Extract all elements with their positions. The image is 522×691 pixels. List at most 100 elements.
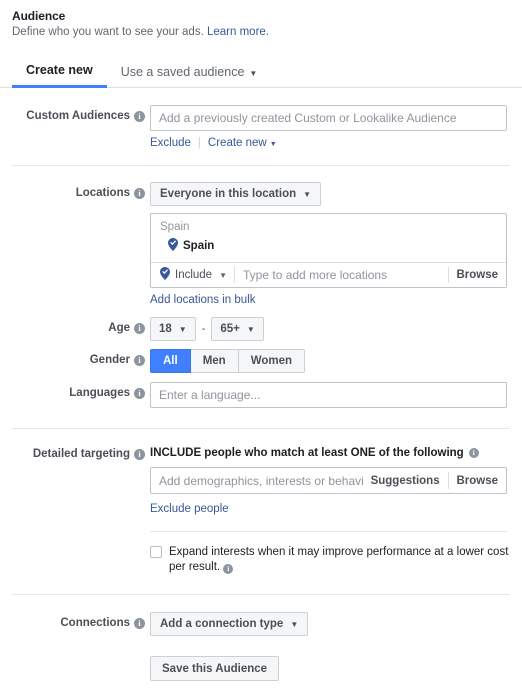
learn-more-link[interactable]: Learn more. <box>207 26 269 38</box>
age-min-value: 18 <box>159 323 172 335</box>
info-icon[interactable]: i <box>134 617 145 629</box>
connection-type-label: Add a connection type <box>160 618 284 630</box>
age-label: Age i <box>12 317 145 334</box>
location-scope-label: Everyone in this location <box>160 188 297 200</box>
chevron-down-icon: ▼ <box>269 141 277 148</box>
custom-audiences-row: Custom Audiences i Add a previously crea… <box>0 105 522 149</box>
include-people-title-text: INCLUDE people who match at least ONE of… <box>150 447 464 459</box>
custom-audiences-links: Exclude | Create new ▼ <box>150 137 510 149</box>
subtitle-text: Define who you want to see your ads. <box>12 26 204 38</box>
languages-input[interactable]: Enter a language... <box>150 382 507 408</box>
connection-type-dropdown[interactable]: Add a connection type ▼ <box>150 612 309 636</box>
divider-expand-interests <box>150 531 507 532</box>
locations-label-text: Locations <box>75 187 130 199</box>
info-icon[interactable]: i <box>134 110 145 122</box>
location-scope-dropdown[interactable]: Everyone in this location ▼ <box>150 182 322 206</box>
selected-location-item[interactable]: Spain <box>151 235 506 262</box>
save-audience-button[interactable]: Save this Audience <box>150 656 280 681</box>
save-fields: Save this Audience <box>145 656 510 681</box>
gender-fields: All Men Women <box>145 349 510 373</box>
exclude-link[interactable]: Exclude <box>150 137 191 149</box>
exclude-people-links: Exclude people <box>150 503 510 515</box>
gender-label: Gender i <box>12 349 145 366</box>
age-max-dropdown[interactable]: 65+ ▼ <box>211 317 264 341</box>
chevron-down-icon: ▼ <box>219 270 228 280</box>
panel-header: Audience Define who you want to see your… <box>0 0 522 38</box>
locations-browse-button[interactable]: Browse <box>449 269 506 281</box>
locations-bulk-links: Add locations in bulk <box>150 294 510 306</box>
location-search-input[interactable]: Type to add more locations <box>235 268 448 282</box>
gender-option-all[interactable]: All <box>150 349 191 373</box>
detailed-targeting-input[interactable]: Add demographics, interests or behaviour… <box>150 467 507 494</box>
detailed-targeting-browse-button[interactable]: Browse <box>448 475 506 487</box>
tab-use-saved-audience[interactable]: Use a saved audience ▼ <box>107 65 272 87</box>
locations-box: Spain Spain Include ▼ Type to add more l… <box>150 213 507 288</box>
divider-locations <box>12 165 510 166</box>
locations-box-header: Spain <box>160 221 190 233</box>
age-range-controls: 18 ▼ - 65+ ▼ <box>150 317 510 341</box>
page-subtitle: Define who you want to see your ads. Lea… <box>12 26 510 38</box>
audience-panel: Audience Define who you want to see your… <box>0 0 522 691</box>
gender-option-women[interactable]: Women <box>238 349 306 373</box>
tab-create-new-label: Create new <box>26 63 93 77</box>
tab-create-new[interactable]: Create new <box>12 63 107 88</box>
age-row: Age i 18 ▼ - 65+ ▼ <box>0 317 522 341</box>
save-audience-row: Save this Audience <box>0 636 522 681</box>
exclude-people-link[interactable]: Exclude people <box>150 503 229 515</box>
location-pin-check-icon <box>160 267 170 283</box>
connections-label: Connections i <box>12 612 145 629</box>
chevron-down-icon: ▼ <box>303 189 312 199</box>
chevron-down-icon: ▼ <box>249 69 258 78</box>
locations-label: Locations i <box>12 182 145 199</box>
add-locations-in-bulk-link[interactable]: Add locations in bulk <box>150 294 255 306</box>
age-fields: 18 ▼ - 65+ ▼ <box>145 317 510 341</box>
locations-fields: Everyone in this location ▼ Spain Spain <box>145 182 510 306</box>
custom-audiences-label: Custom Audiences i <box>12 105 145 122</box>
info-icon[interactable]: i <box>468 448 479 458</box>
age-min-dropdown[interactable]: 18 ▼ <box>150 317 196 341</box>
link-separator: | <box>197 137 201 149</box>
expand-interests-checkbox[interactable] <box>150 546 162 558</box>
info-icon[interactable]: i <box>134 387 145 399</box>
expand-interests-label: Expand interests when it may improve per… <box>169 546 509 573</box>
suggestions-button[interactable]: Suggestions <box>363 475 448 487</box>
connections-row: Connections i Add a connection type ▼ <box>0 612 522 636</box>
audience-tabs: Create new Use a saved audience ▼ <box>0 58 522 88</box>
tab-use-saved-audience-label: Use a saved audience <box>120 65 245 79</box>
save-spacer <box>12 656 145 661</box>
detailed-targeting-placeholder: Add demographics, interests or behaviour… <box>159 473 363 488</box>
chevron-down-icon: ▼ <box>290 619 299 629</box>
info-icon[interactable]: i <box>134 187 145 199</box>
locations-input-row: Include ▼ Type to add more locations Bro… <box>151 262 506 287</box>
languages-fields: Enter a language... <box>145 382 510 408</box>
custom-audiences-label-text: Custom Audiences <box>26 110 130 122</box>
detailed-targeting-label: Detailed targeting i <box>12 443 145 460</box>
detailed-targeting-row: Detailed targeting i INCLUDE people who … <box>0 443 522 575</box>
chevron-down-icon: ▼ <box>246 324 255 334</box>
gender-label-text: Gender <box>89 354 130 366</box>
info-icon[interactable]: i <box>134 322 145 334</box>
custom-audiences-input[interactable]: Add a previously created Custom or Looka… <box>150 105 507 131</box>
gender-row: Gender i All Men Women <box>0 349 522 373</box>
expand-interests-checkbox-row[interactable]: Expand interests when it may improve per… <box>150 545 512 575</box>
create-new-audience-link[interactable]: Create new ▼ <box>208 137 277 149</box>
info-icon[interactable]: i <box>134 354 145 366</box>
chevron-down-icon: ▼ <box>178 324 187 334</box>
info-icon[interactable]: i <box>223 564 234 574</box>
divider-connections <box>12 594 510 595</box>
location-search-placeholder: Type to add more locations <box>243 268 388 282</box>
connections-label-text: Connections <box>60 617 130 629</box>
custom-audiences-placeholder: Add a previously created Custom or Looka… <box>159 111 457 125</box>
location-include-dropdown[interactable]: Include ▼ <box>151 267 234 283</box>
create-new-audience-label: Create new <box>207 137 267 149</box>
gender-segmented-control: All Men Women <box>150 349 306 373</box>
include-people-title: INCLUDE people who match at least ONE of… <box>150 443 510 459</box>
languages-label-text: Languages <box>69 387 130 399</box>
detailed-targeting-label-text: Detailed targeting <box>32 448 130 460</box>
info-icon[interactable]: i <box>134 448 145 460</box>
languages-placeholder: Enter a language... <box>159 388 261 402</box>
gender-option-men[interactable]: Men <box>190 349 239 373</box>
languages-row: Languages i Enter a language... <box>0 382 522 408</box>
age-range-separator: - <box>201 323 206 335</box>
connections-fields: Add a connection type ▼ <box>145 612 510 636</box>
